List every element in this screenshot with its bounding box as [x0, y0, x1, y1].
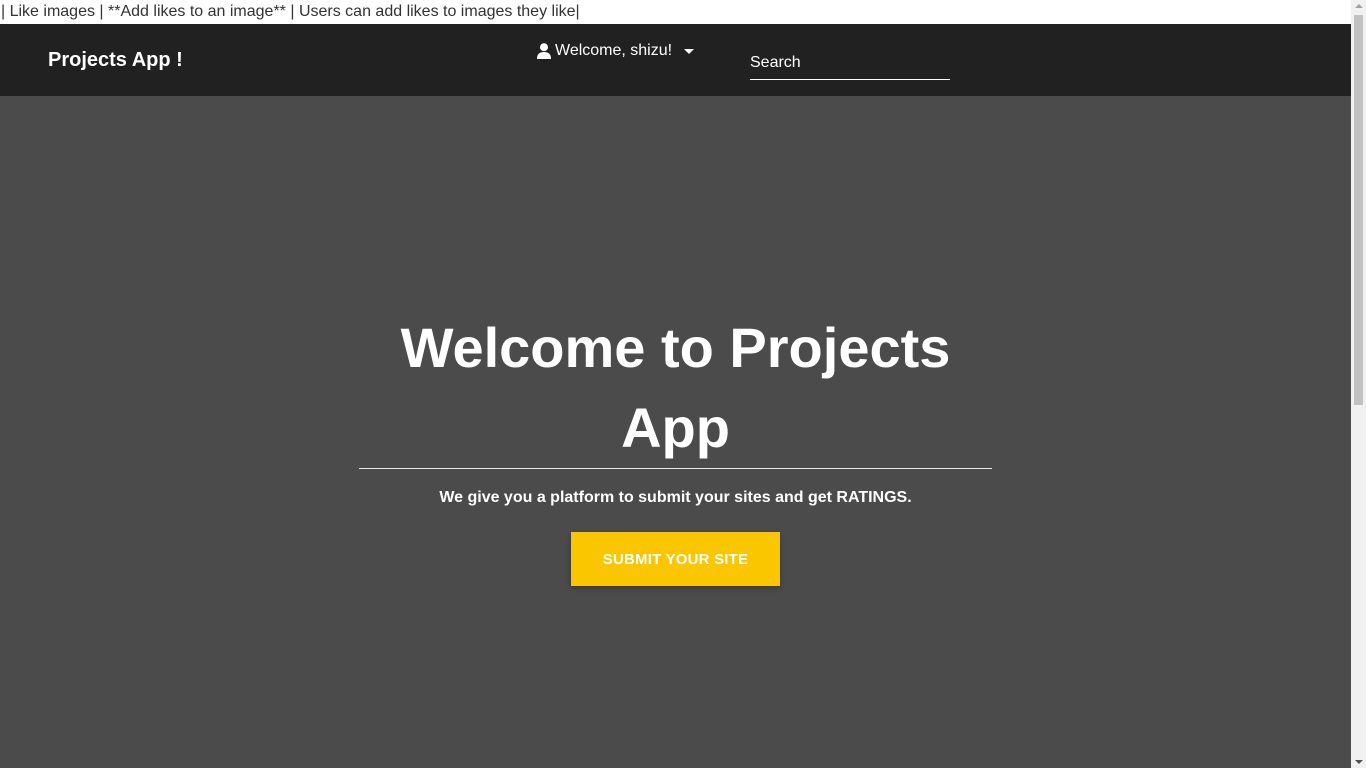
submit-site-button[interactable]: SUBMIT YOUR SITE: [571, 532, 780, 586]
scroll-thumb[interactable]: [1354, 15, 1363, 405]
hero-section: Welcome to Projects App We give you a pl…: [0, 96, 1351, 768]
feature-text-line: | Like images | **Add likes to an image*…: [0, 0, 1351, 24]
page: | Like images | **Add likes to an image*…: [0, 0, 1366, 768]
search-input[interactable]: [750, 46, 950, 80]
user-dropdown-toggle[interactable]: Welcome, shizu!: [537, 40, 695, 62]
caret-down-icon: [684, 48, 695, 54]
hero-content: Welcome to Projects App We give you a pl…: [359, 308, 992, 586]
hero-title: Welcome to Projects App: [400, 316, 951, 459]
user-icon: [537, 43, 551, 59]
hero-divider: [359, 468, 992, 469]
vertical-scrollbar[interactable]: [1351, 0, 1366, 768]
user-menu-label: Welcome, shizu!: [555, 42, 673, 59]
navbar: Projects App ! Welcome, shizu!: [0, 24, 1351, 96]
brand-link[interactable]: Projects App !: [48, 24, 183, 96]
scroll-down-icon[interactable]: [1355, 760, 1363, 764]
hero-subtitle: We give you a platform to submit your si…: [439, 489, 912, 506]
scroll-up-icon[interactable]: [1355, 4, 1363, 8]
